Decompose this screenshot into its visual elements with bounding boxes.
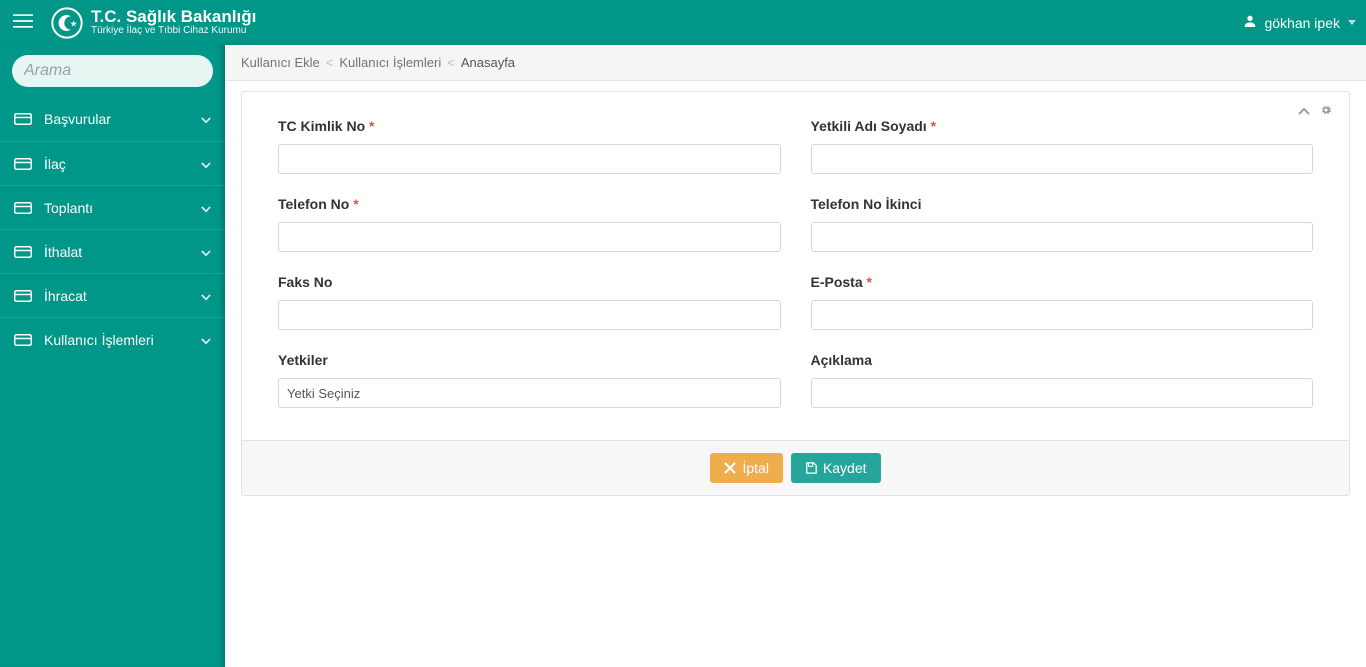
chevron-down-icon — [201, 288, 211, 304]
eposta-input[interactable] — [811, 300, 1314, 330]
card-icon — [14, 289, 32, 303]
chevron-down-icon — [201, 156, 211, 172]
field-yetkiler: Yetkiler Yetki Seçiniz — [278, 352, 781, 408]
sidebar-item-label: Başvurular — [44, 111, 189, 127]
label-text: Açıklama — [811, 352, 872, 368]
field-label: E-Posta * — [811, 274, 1314, 290]
sidebar-item-label: İlaç — [44, 156, 189, 172]
sidebar-item-basvurular[interactable]: Başvurular — [0, 97, 225, 141]
user-name: gökhan ipek — [1264, 15, 1340, 31]
telefon-ikinci-input[interactable] — [811, 222, 1314, 252]
sidebar-item-toplanti[interactable]: Toplantı — [0, 185, 225, 229]
caret-down-icon — [1348, 20, 1356, 25]
field-label: Telefon No İkinci — [811, 196, 1314, 212]
field-yetkili-ad: Yetkili Adı Soyadı * — [811, 118, 1314, 174]
save-icon — [805, 462, 817, 474]
button-label: Kaydet — [823, 460, 867, 476]
card-icon — [14, 112, 32, 126]
aciklama-input[interactable] — [811, 378, 1314, 408]
chevron-down-icon — [201, 111, 211, 127]
label-text: Telefon No İkinci — [811, 196, 922, 212]
select-placeholder: Yetki Seçiniz — [287, 386, 360, 401]
field-telefon: Telefon No * — [278, 196, 781, 252]
field-telefon-ikinci: Telefon No İkinci — [811, 196, 1314, 252]
card-icon — [14, 157, 32, 171]
label-text: Yetkiler — [278, 352, 328, 368]
sidebar: Başvurular İlaç — [0, 45, 225, 667]
chevron-down-icon — [201, 244, 211, 260]
label-text: E-Posta — [811, 274, 863, 290]
form-panel: TC Kimlik No * Yetkili Adı Soyadı * — [241, 91, 1350, 496]
hamburger-icon — [13, 11, 33, 34]
required-mark: * — [369, 118, 374, 134]
sidebar-item-kullanici-islemleri[interactable]: Kullanıcı İşlemleri — [0, 317, 225, 361]
breadcrumb: Kullanıcı Ekle < Kullanıcı İşlemleri < A… — [225, 45, 1366, 81]
required-mark: * — [353, 196, 358, 212]
chevron-down-icon — [201, 332, 211, 348]
breadcrumb-item[interactable]: Anasayfa — [461, 55, 515, 70]
panel-footer: İptal Kaydet — [242, 440, 1349, 495]
label-text: TC Kimlik No — [278, 118, 365, 134]
sidebar-item-ithalat[interactable]: İthalat — [0, 229, 225, 273]
user-icon — [1242, 13, 1258, 32]
field-faks: Faks No — [278, 274, 781, 330]
brand: T.C. Sağlık Bakanlığı Türkiye İlaç ve Tı… — [51, 7, 256, 39]
breadcrumb-separator: < — [447, 55, 455, 70]
sidebar-item-label: İthalat — [44, 244, 189, 260]
sidebar-item-label: Kullanıcı İşlemleri — [44, 332, 189, 348]
sidebar-nav: Başvurular İlaç — [0, 97, 225, 361]
brand-subtitle: Türkiye İlaç ve Tıbbi Cihaz Kurumu — [91, 26, 256, 37]
breadcrumb-separator: < — [326, 55, 334, 70]
yetkiler-select[interactable]: Yetki Seçiniz — [278, 378, 781, 408]
field-aciklama: Açıklama — [811, 352, 1314, 408]
main-content: Kullanıcı Ekle < Kullanıcı İşlemleri < A… — [225, 45, 1366, 667]
telefon-input[interactable] — [278, 222, 781, 252]
sidebar-item-label: İhracat — [44, 288, 189, 304]
label-text: Faks No — [278, 274, 332, 290]
sidebar-item-ihracat[interactable]: İhracat — [0, 273, 225, 317]
brand-logo-icon — [51, 7, 83, 39]
label-text: Yetkili Adı Soyadı — [811, 118, 927, 134]
card-icon — [14, 245, 32, 259]
user-menu[interactable]: gökhan ipek — [1242, 13, 1356, 32]
collapse-icon[interactable] — [1298, 103, 1310, 119]
tc-kimlik-input[interactable] — [278, 144, 781, 174]
card-icon — [14, 201, 32, 215]
breadcrumb-item[interactable]: Kullanıcı Ekle — [241, 55, 320, 70]
settings-icon[interactable] — [1320, 103, 1332, 119]
brand-title: T.C. Sağlık Bakanlığı — [91, 8, 256, 26]
cancel-button[interactable]: İptal — [710, 453, 782, 483]
close-icon — [724, 462, 736, 474]
search-box[interactable] — [12, 55, 213, 87]
menu-toggle[interactable] — [0, 0, 45, 45]
save-button[interactable]: Kaydet — [791, 453, 881, 483]
field-label: Açıklama — [811, 352, 1314, 368]
required-mark: * — [867, 274, 872, 290]
field-tc-kimlik: TC Kimlik No * — [278, 118, 781, 174]
button-label: İptal — [742, 460, 768, 476]
breadcrumb-item[interactable]: Kullanıcı İşlemleri — [339, 55, 441, 70]
field-label: Faks No — [278, 274, 781, 290]
field-label: TC Kimlik No * — [278, 118, 781, 134]
topbar: T.C. Sağlık Bakanlığı Türkiye İlaç ve Tı… — [0, 0, 1366, 45]
field-label: Yetkiler — [278, 352, 781, 368]
yetkili-ad-input[interactable] — [811, 144, 1314, 174]
label-text: Telefon No — [278, 196, 349, 212]
faks-input[interactable] — [278, 300, 781, 330]
card-icon — [14, 333, 32, 347]
chevron-down-icon — [201, 200, 211, 216]
search-input[interactable] — [24, 62, 232, 80]
required-mark: * — [931, 118, 936, 134]
panel-actions — [1298, 103, 1332, 119]
sidebar-item-label: Toplantı — [44, 200, 189, 216]
field-eposta: E-Posta * — [811, 274, 1314, 330]
field-label: Telefon No * — [278, 196, 781, 212]
sidebar-item-ilac[interactable]: İlaç — [0, 141, 225, 185]
field-label: Yetkili Adı Soyadı * — [811, 118, 1314, 134]
